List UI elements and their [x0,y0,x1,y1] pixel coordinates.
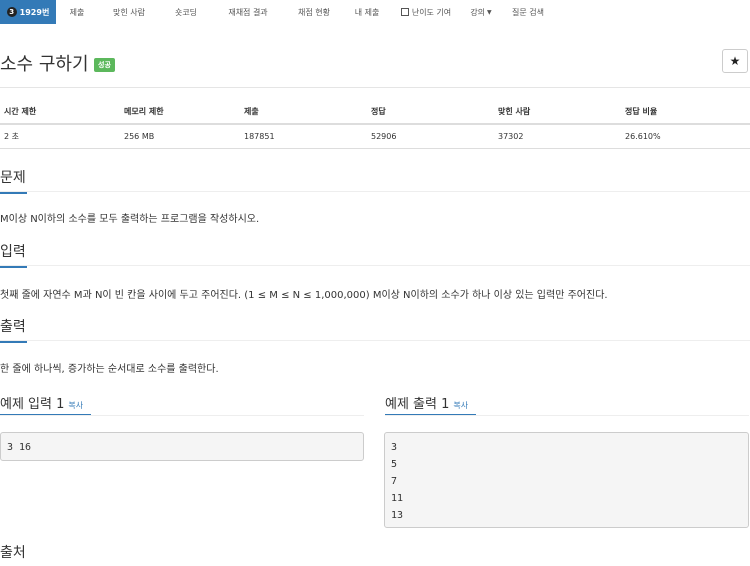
top-nav: 3 1929번 제출 맞힌 사람 숏코딩 재채점 결과 채점 현황 내 제출 난… [0,0,750,24]
sample-output-box: 3 5 7 11 13 [384,432,749,528]
title-row: 소수 구하기 성공 ★ [0,46,750,86]
section-divider [385,415,749,416]
value-accepted: 52906 [367,124,494,149]
sample-input-heading: 예제 입력 1 복사 [0,393,83,412]
value-submissions: 187851 [240,124,367,149]
section-divider [0,340,750,341]
sample-input-title: 예제 입력 1 [0,397,65,412]
value-solved-users: 37302 [494,124,621,149]
nav-short-coding[interactable]: 숏코딩 [160,0,212,24]
header-time-limit: 시간 제한 [0,100,120,125]
value-time-limit: 2 초 [0,124,120,149]
page-title: 소수 구하기 [0,54,89,75]
value-memory-limit: 256 MB [120,124,240,149]
source-section-title: 출처 [0,545,26,561]
sample-output-title: 예제 출력 1 [385,397,450,412]
source-section-heading: 출처 [0,542,26,566]
header-memory-limit: 메모리 제한 [120,100,240,125]
level-badge-icon: 3 [6,7,17,17]
input-section-heading: 입력 [0,241,27,268]
nav-problem-number-label: 1929번 [19,7,50,17]
nav-judge-status[interactable]: 채점 현황 [284,0,344,24]
problem-section-title: 문제 [0,170,26,186]
output-description: 한 줄에 하나씩, 증가하는 순서대로 소수를 출력한다. [0,364,219,375]
sample-output-line: 7 [391,476,398,487]
status-badge: 성공 [94,58,115,72]
external-link-icon [400,8,409,16]
header-solved-users: 맞힌 사람 [494,100,621,125]
nav-question-search[interactable]: 질문 검색 [500,0,556,24]
nav-problem-number[interactable]: 3 1929번 [0,0,56,24]
output-section-heading: 출력 [0,316,27,343]
favorite-star-button[interactable]: ★ [722,49,748,73]
header-accept-ratio: 정답 비율 [621,100,750,125]
table-header-row: 시간 제한 메모리 제한 제출 정답 맞힌 사람 정답 비율 [0,100,750,125]
nav-solved-users[interactable]: 맞힌 사람 [98,0,160,24]
sample-output-line: 11 [391,493,404,504]
sample-input-line: 3 16 [7,442,32,453]
nav-lectures-label: 강의 [470,7,486,17]
sample-input-box: 3 16 [0,432,364,461]
section-divider [0,415,364,416]
problem-description: M이상 N이하의 소수를 모두 출력하는 프로그램을 작성하시오. [0,214,260,225]
nav-rejudge-results[interactable]: 재채점 결과 [212,0,284,24]
heading-underline [0,266,27,268]
caret-down-icon: ▼ [487,8,492,16]
heading-underline [0,192,27,194]
value-accept-ratio: 26.610% [621,124,750,149]
nav-submit[interactable]: 제출 [56,0,98,24]
sample-output-heading: 예제 출력 1 복사 [385,393,468,412]
section-divider [0,191,750,192]
copy-sample-input-link[interactable]: 복사 [68,401,83,410]
nav-difficulty-label: 난이도 기여 [411,7,452,17]
section-divider [0,265,750,266]
problem-info-table: 시간 제한 메모리 제한 제출 정답 맞힌 사람 정답 비율 2 초 256 M… [0,100,750,149]
title-divider [0,87,750,88]
nav-difficulty-contribution[interactable]: 난이도 기여 [390,0,462,24]
header-submissions: 제출 [240,100,367,125]
input-description: 첫째 줄에 자연수 M과 N이 빈 칸을 사이에 두고 주어진다. (1 ≤ M… [0,290,608,301]
output-section-title: 출력 [0,319,26,335]
nav-lectures-dropdown[interactable]: 강의 ▼ [462,0,500,24]
table-row: 2 초 256 MB 187851 52906 37302 26.610% [0,124,750,149]
sample-output-line: 13 [391,510,404,521]
input-section-title: 입력 [0,244,26,260]
nav-my-submissions[interactable]: 내 제출 [344,0,390,24]
star-icon: ★ [729,54,741,68]
sample-output-line: 3 [391,442,398,453]
heading-underline [0,341,27,343]
problem-section-heading: 문제 [0,167,27,194]
copy-sample-output-link[interactable]: 복사 [453,401,468,410]
header-accepted: 정답 [367,100,494,125]
sample-output-line: 5 [391,459,398,470]
